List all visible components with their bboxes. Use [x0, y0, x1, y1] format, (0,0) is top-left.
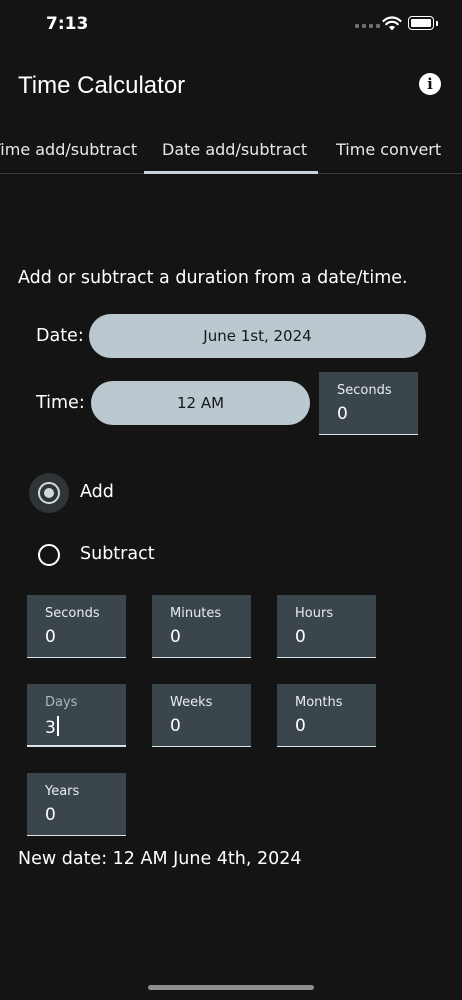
minutes-field[interactable]: Minutes 0 [152, 595, 251, 658]
days-value-wrap: 3 [45, 716, 59, 738]
weeks-label: Weeks [170, 695, 213, 710]
date-picker-button[interactable]: June 1st, 2024 [89, 314, 426, 358]
date-label: Date: [36, 326, 84, 346]
battery-tip [436, 21, 438, 26]
time-seconds-value: 0 [337, 404, 348, 424]
months-label: Months [295, 695, 343, 710]
years-label: Years [45, 784, 80, 799]
years-field[interactable]: Years 0 [27, 773, 126, 836]
text-caret [56, 716, 59, 736]
tab-time-add-subtract[interactable]: Time add/subtract [0, 140, 137, 159]
seconds-label: Seconds [45, 606, 100, 621]
years-value: 0 [45, 805, 56, 825]
tab-time-convert[interactable]: Time convert [336, 140, 441, 159]
wifi-icon [382, 16, 402, 35]
weeks-value: 0 [170, 716, 181, 736]
active-tab-indicator [144, 171, 318, 174]
time-label: Time: [36, 393, 85, 413]
result-text: New date: 12 AM June 4th, 2024 [18, 849, 302, 869]
status-time: 7:13 [46, 14, 89, 34]
hours-label: Hours [295, 606, 334, 621]
months-field[interactable]: Months 0 [277, 684, 376, 747]
months-value: 0 [295, 716, 306, 736]
intro-text: Add or subtract a duration from a date/t… [18, 268, 408, 288]
home-indicator[interactable] [148, 985, 314, 990]
cellular-signal-icon [355, 24, 380, 28]
seconds-value: 0 [45, 627, 56, 647]
minutes-label: Minutes [170, 606, 222, 621]
add-option-label[interactable]: Add [80, 482, 114, 502]
subtract-radio-button[interactable] [38, 544, 60, 566]
hours-value: 0 [295, 627, 306, 647]
weeks-field[interactable]: Weeks 0 [152, 684, 251, 747]
hours-field[interactable]: Hours 0 [277, 595, 376, 658]
app-title: Time Calculator [18, 72, 186, 99]
days-label: Days [45, 695, 78, 710]
days-field[interactable]: Days 3 [27, 684, 126, 747]
subtract-option-label[interactable]: Subtract [80, 544, 155, 564]
seconds-field[interactable]: Seconds 0 [27, 595, 126, 658]
info-icon[interactable]: i [419, 73, 441, 95]
time-seconds-field[interactable]: Seconds 0 [319, 372, 418, 435]
days-value: 3 [45, 718, 56, 738]
time-seconds-label: Seconds [337, 383, 392, 398]
minutes-value: 0 [170, 627, 181, 647]
tab-date-add-subtract[interactable]: Date add/subtract [162, 140, 307, 159]
battery-icon [408, 16, 434, 30]
add-radio-button[interactable] [38, 482, 60, 504]
time-picker-button[interactable]: 12 AM [91, 381, 310, 425]
